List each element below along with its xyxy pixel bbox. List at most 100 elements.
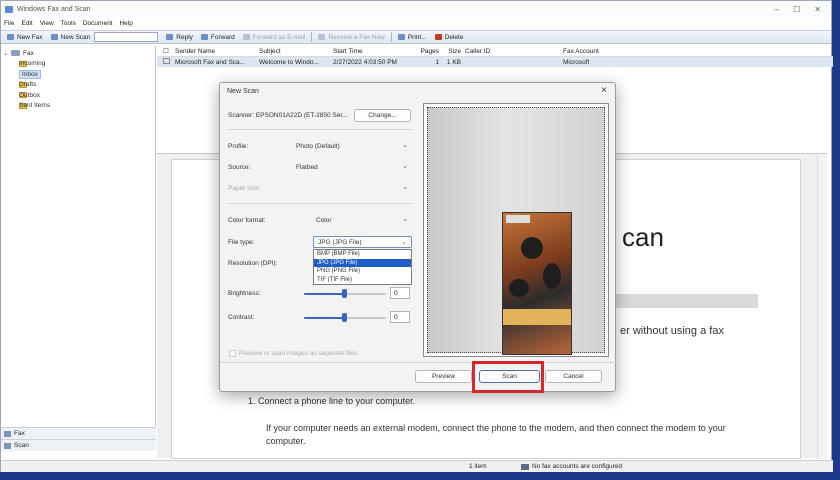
item-count: 1 item	[469, 463, 487, 470]
header-icon-column: ☐	[163, 48, 169, 55]
col-sender[interactable]: Sender Name	[175, 48, 259, 55]
col-caller-id[interactable]: Caller ID	[461, 48, 543, 55]
window-title: Windows Fax and Scan	[17, 5, 91, 13]
new-scan-icon	[50, 34, 58, 40]
preview-button[interactable]: Preview	[415, 370, 472, 383]
menu-bar: File Edit View Tools Document Help	[1, 17, 831, 30]
paper-size-label: Paper size:	[228, 185, 261, 192]
footer-divider	[220, 362, 617, 363]
nav-scan[interactable]: Scan	[1, 439, 156, 451]
folder-select[interactable]	[94, 32, 159, 42]
tree-item-incoming[interactable]: Incoming	[3, 59, 153, 70]
profile-label: Profile:	[228, 143, 249, 150]
file-type-option-bmp[interactable]: BMP (BMP File)	[314, 250, 411, 259]
color-format-value: Color	[316, 216, 332, 224]
tree-item-inbox[interactable]: Inbox	[3, 69, 153, 80]
scanner-label: Scanner: EPSON01A22D (ET-2850 Ser...	[228, 112, 348, 119]
paper-size-dropdown[interactable]: ⌄	[292, 182, 412, 194]
tree-item-outbox[interactable]: Outbox	[3, 90, 153, 101]
menu-help[interactable]: Help	[119, 20, 132, 27]
toolbar-separator	[311, 32, 313, 42]
profile-dropdown[interactable]: Photo (Default) ⌄	[292, 140, 412, 152]
cancel-button[interactable]: Cancel	[545, 370, 602, 383]
window-controls: – ☐ ✕	[775, 5, 831, 14]
fax-scan-app-icon	[5, 5, 13, 13]
chevron-down-icon: ⌄	[402, 216, 408, 223]
dialog-title: New Scan	[227, 88, 259, 95]
menu-file[interactable]: File	[4, 20, 14, 27]
file-type-dropdown[interactable]: JPG (JPG File) ⌄	[313, 236, 412, 248]
tree-item-sent-items[interactable]: Sent Items	[3, 101, 153, 112]
cover-spot	[543, 263, 561, 289]
contrast-label: Contrast:	[228, 314, 255, 321]
source-value: Flatbed	[296, 163, 318, 171]
tree-item-label: Inbox	[19, 69, 41, 79]
brightness-input[interactable]: 0	[390, 287, 410, 299]
receive-label: Receive a Fax Now	[328, 33, 385, 41]
fax-icon	[4, 430, 11, 437]
menu-edit[interactable]: Edit	[21, 20, 32, 27]
print-label: Print...	[407, 33, 427, 41]
print-button[interactable]: Print...	[394, 31, 431, 43]
nav-fax[interactable]: Fax	[1, 427, 156, 439]
separate-files-checkbox[interactable]	[229, 350, 236, 357]
receive-fax-button[interactable]: Receive a Fax Now	[314, 31, 388, 43]
contrast-slider-thumb[interactable]	[342, 313, 347, 322]
col-size[interactable]: Size	[443, 48, 461, 55]
delete-button[interactable]: Delete	[431, 31, 468, 43]
delete-icon	[434, 34, 442, 40]
contrast-input[interactable]: 0	[390, 311, 410, 323]
cover-spot	[521, 237, 543, 259]
scan-preview-area	[423, 103, 609, 357]
col-fax-account[interactable]: Fax Account	[543, 48, 633, 55]
file-type-option-jpg[interactable]: JPG (JPG File)	[314, 258, 411, 267]
close-window-icon[interactable]: ✕	[814, 5, 821, 14]
reply-button[interactable]: Reply	[162, 31, 197, 43]
reply-icon	[166, 34, 174, 40]
menu-tools[interactable]: Tools	[61, 20, 76, 27]
close-icon[interactable]: ×	[601, 85, 607, 96]
new-fax-button[interactable]: New Fax	[3, 31, 47, 43]
color-format-label: Color format:	[228, 217, 266, 224]
document-line: er without using a fax	[620, 325, 724, 337]
collapse-icon[interactable]: ⌄	[3, 50, 8, 57]
cover-band	[503, 309, 571, 325]
chevron-down-icon: ⌄	[401, 239, 407, 246]
menu-document[interactable]: Document	[83, 20, 113, 27]
profile-value: Photo (Default)	[296, 142, 340, 150]
new-fax-label: New Fax	[17, 33, 43, 41]
forward-email-button[interactable]: Forward as E-mail	[239, 31, 310, 43]
maximize-icon[interactable]: ☐	[793, 5, 800, 14]
divider	[228, 129, 412, 130]
reply-label: Reply	[176, 33, 193, 41]
tree-item-drafts[interactable]: Drafts	[3, 80, 153, 91]
table-row[interactable]: Microsoft Fax and Sca... Welcome to Wind…	[157, 57, 833, 67]
source-label: Source:	[228, 164, 251, 171]
cell-sender: Microsoft Fax and Sca...	[175, 58, 246, 66]
tree-root-fax[interactable]: ⌄ Fax	[3, 48, 153, 59]
menu-view[interactable]: View	[40, 20, 54, 27]
forward-button[interactable]: Forward	[197, 31, 239, 43]
minimize-icon[interactable]: –	[775, 5, 779, 14]
tree-item-label: Sent Items	[19, 102, 51, 110]
color-format-dropdown[interactable]: Color ⌄	[312, 214, 412, 226]
col-subject[interactable]: Subject	[259, 48, 333, 55]
col-pages[interactable]: Pages	[413, 48, 443, 55]
brightness-slider-thumb[interactable]	[342, 289, 347, 298]
change-scanner-button[interactable]: Change...	[354, 109, 411, 122]
file-type-label: File type:	[228, 239, 255, 246]
brightness-fill	[304, 293, 345, 295]
reading-pane-scrollbar[interactable]	[817, 154, 827, 459]
fax-account-status: No fax accounts are configured	[521, 463, 622, 470]
cell-size: 1 KB	[446, 58, 461, 66]
file-type-option-png[interactable]: PNG (PNG File)	[314, 267, 411, 276]
cell-fax-account: Microsoft	[563, 58, 590, 66]
file-type-option-tif[interactable]: TIF (TIF File)	[314, 276, 411, 285]
col-start-time[interactable]: Start Time	[333, 48, 413, 55]
new-scan-button[interactable]: New Scan	[47, 31, 95, 43]
tree-item-label: Outbox	[19, 91, 40, 99]
document-heading: can	[622, 222, 664, 252]
contrast-fill	[304, 317, 345, 319]
source-dropdown[interactable]: Flatbed ⌄	[292, 161, 412, 173]
cell-pages: 1	[435, 58, 439, 66]
